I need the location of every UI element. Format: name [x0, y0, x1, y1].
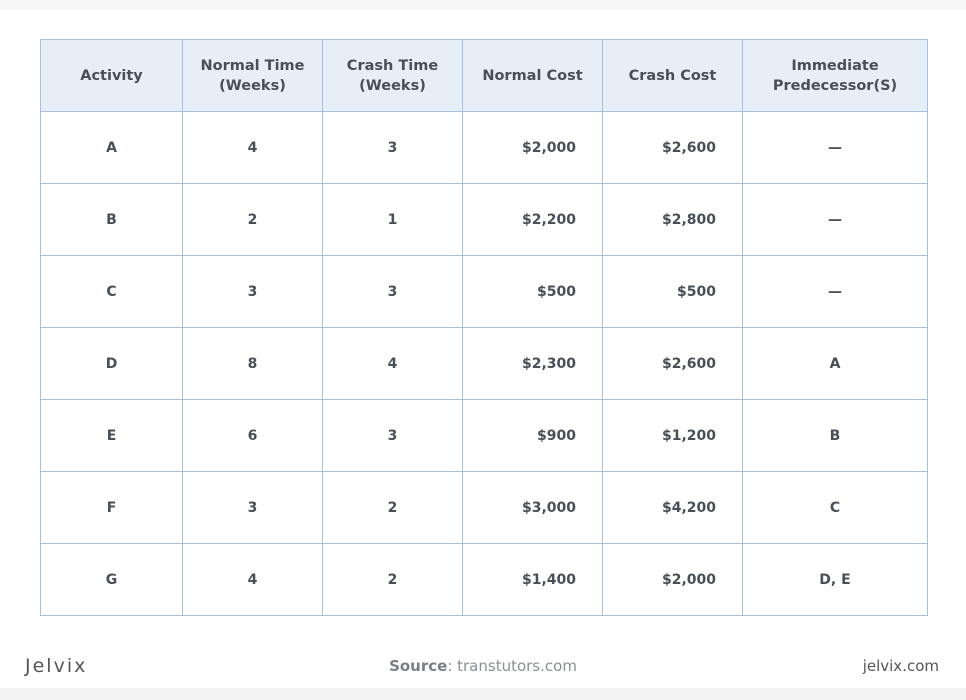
cell-predecessors: —	[742, 111, 928, 184]
table-row: A 4 3 $2,000 $2,600—	[40, 111, 928, 184]
cell-normal-cost: $1,400	[462, 543, 603, 616]
cell-normal-cost: $3,000	[462, 471, 603, 544]
table-row: D 8 4 $2,300 $2,600 A	[40, 327, 928, 400]
cell-normal-time: 4	[182, 111, 323, 184]
header-text: Normal Cost	[482, 67, 583, 84]
cell-normal-time: 3	[182, 255, 323, 328]
header-normal-time: Normal Time (Weeks)	[182, 39, 323, 112]
header-text: Immediate	[791, 57, 879, 74]
source-credit: Source: transtutors.com	[0, 657, 966, 675]
header-text: (Weeks)	[219, 77, 286, 94]
cell-crash-cost: $1,200	[602, 399, 743, 472]
cell-normal-cost: $2,000	[462, 111, 603, 184]
source-value: : transtutors.com	[447, 657, 577, 675]
table-row: E 6 3 $900 $1,200 B	[40, 399, 928, 472]
footer: Jelvix Source: transtutors.com jelvix.co…	[0, 655, 966, 679]
cell-crash-time: 1	[322, 183, 463, 256]
header-crash-cost: Crash Cost	[602, 39, 743, 112]
header-predecessors: Immediate Predecessor(S)	[742, 39, 928, 112]
table-row: G 4 2 $1,400 $2,000 D, E	[40, 543, 928, 616]
cell-activity: A	[40, 111, 183, 184]
header-text: (Weeks)	[359, 77, 426, 94]
cell-predecessors: B	[742, 399, 928, 472]
cell-crash-time: 3	[322, 399, 463, 472]
header-activity: Activity	[40, 39, 183, 112]
cell-activity: B	[40, 183, 183, 256]
cell-normal-time: 3	[182, 471, 323, 544]
cell-normal-cost: $2,300	[462, 327, 603, 400]
cell-crash-cost: $500	[602, 255, 743, 328]
cell-crash-time: 3	[322, 111, 463, 184]
header-crash-time: Crash Time (Weeks)	[322, 39, 463, 112]
site-url: jelvix.com	[862, 657, 939, 675]
table-row: B 2 1 $2,200 $2,800—	[40, 183, 928, 256]
top-band	[0, 0, 966, 10]
cell-predecessors: C	[742, 471, 928, 544]
header-text: Activity	[80, 67, 143, 84]
cell-crash-cost: $4,200	[602, 471, 743, 544]
cell-crash-time: 4	[322, 327, 463, 400]
header-text: Crash Time	[346, 57, 439, 74]
header-text: Normal Time	[200, 57, 305, 74]
cell-predecessors: —	[742, 255, 928, 328]
cell-activity: C	[40, 255, 183, 328]
cell-activity: E	[40, 399, 183, 472]
crash-time-table: Activity Normal Time (Weeks) Crash Time (W…	[40, 39, 928, 616]
table-row: C 3 3 $500 $500—	[40, 255, 928, 328]
header-row: Activity Normal Time (Weeks) Crash Time (W…	[40, 39, 928, 112]
header-text: Crash Cost	[628, 67, 717, 84]
cell-normal-cost: $2,200	[462, 183, 603, 256]
bottom-band	[0, 688, 966, 700]
cell-normal-time: 6	[182, 399, 323, 472]
header-text: Predecessor(S)	[772, 77, 898, 94]
cell-normal-cost: $900	[462, 399, 603, 472]
cell-crash-time: 2	[322, 543, 463, 616]
cell-activity: F	[40, 471, 183, 544]
cell-normal-time: 2	[182, 183, 323, 256]
cell-normal-cost: $500	[462, 255, 603, 328]
cell-normal-time: 4	[182, 543, 323, 616]
cell-crash-cost: $2,000	[602, 543, 743, 616]
cell-activity: G	[40, 543, 183, 616]
source-label: Source	[389, 657, 448, 675]
cell-predecessors: A	[742, 327, 928, 400]
cell-normal-time: 8	[182, 327, 323, 400]
cell-crash-cost: $2,800	[602, 183, 743, 256]
table-row: F 3 2 $3,000 $4,200 C	[40, 471, 928, 544]
cell-crash-cost: $2,600	[602, 111, 743, 184]
cell-predecessors: —	[742, 183, 928, 256]
cell-predecessors: D, E	[742, 543, 928, 616]
cell-crash-time: 3	[322, 255, 463, 328]
cell-crash-time: 2	[322, 471, 463, 544]
cell-crash-cost: $2,600	[602, 327, 743, 400]
cell-activity: D	[40, 327, 183, 400]
header-normal-cost: Normal Cost	[462, 39, 603, 112]
